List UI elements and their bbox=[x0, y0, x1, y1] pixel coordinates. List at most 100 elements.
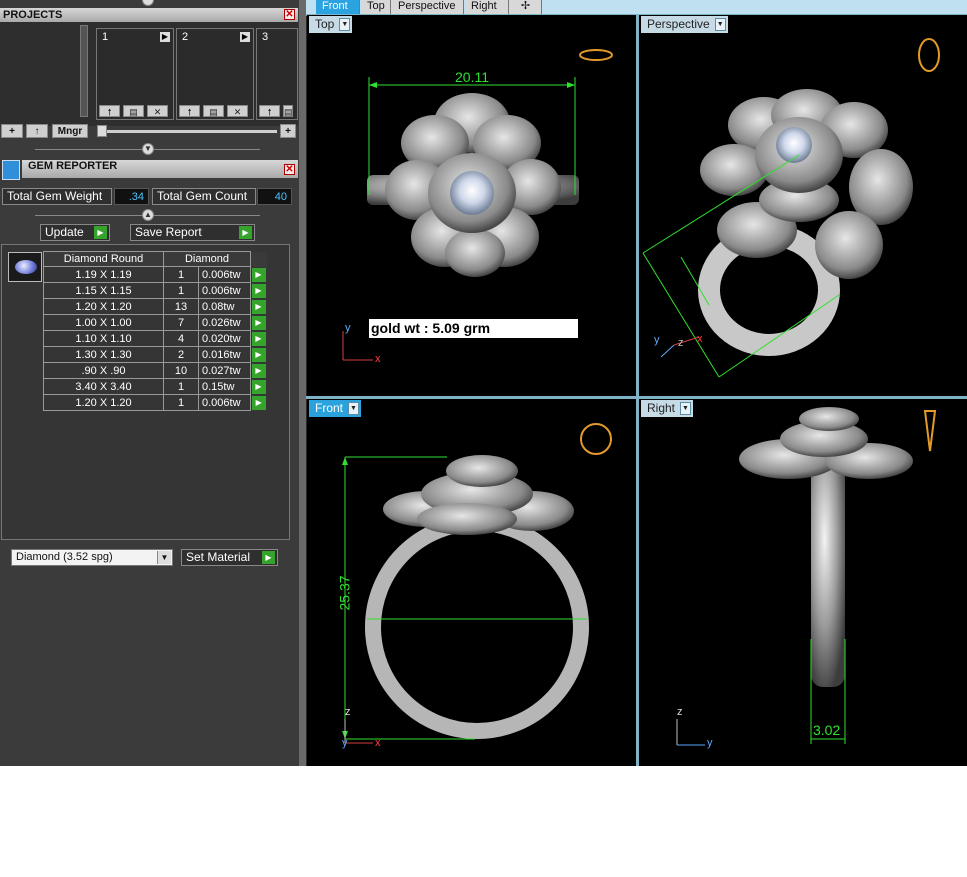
gem-qty-cell: 10 bbox=[163, 362, 199, 379]
play-icon[interactable]: ▶ bbox=[251, 347, 266, 362]
gem-qty-cell: 2 bbox=[163, 346, 199, 363]
material-select-value: Diamond (3.52 spg) bbox=[16, 551, 113, 563]
table-row[interactable]: 3.40 X 3.40 1 0.15tw ▶ bbox=[43, 378, 267, 395]
save-icon[interactable]: ▤ bbox=[123, 105, 144, 117]
project-slot-number: 3 bbox=[262, 31, 269, 43]
delete-icon[interactable]: ✕ bbox=[147, 105, 168, 117]
move-up-button[interactable]: ↑ bbox=[26, 124, 48, 138]
play-icon[interactable]: ▶ bbox=[251, 379, 266, 394]
total-gem-weight-label: Total Gem Weight bbox=[2, 188, 112, 205]
zoom-in-button[interactable]: + bbox=[280, 124, 296, 138]
panel-splitter[interactable] bbox=[299, 0, 306, 766]
gem-reporter-close-button[interactable]: ✕ bbox=[284, 164, 295, 175]
save-report-button[interactable]: Save Report ▶ bbox=[130, 224, 255, 241]
height-dimension: 25.37 bbox=[336, 575, 353, 611]
gem-table: Diamond Round Diamond 1.19 X 1.19 1 0.006t… bbox=[43, 251, 267, 411]
play-icon[interactable]: ▶ bbox=[160, 32, 170, 42]
manager-button[interactable]: Mngr bbox=[52, 124, 88, 138]
viewport-front[interactable]: Front ▼ 25.37 z x y bbox=[307, 399, 636, 766]
gem-weight-cell: 0.006tw bbox=[198, 266, 251, 283]
gem-weight-cell: 0.016tw bbox=[198, 346, 251, 363]
update-button[interactable]: Update ▶ bbox=[40, 224, 110, 241]
play-icon[interactable]: ▶ bbox=[251, 331, 266, 346]
view-tab-bar: Front Top Perspective Right ✢ bbox=[306, 0, 967, 14]
axis-x-label: x bbox=[697, 333, 703, 345]
project-slot-3[interactable]: 3 🠕 ▤ bbox=[256, 28, 298, 120]
tab-perspective[interactable]: Perspective bbox=[392, 0, 464, 14]
play-icon[interactable]: ▶ bbox=[251, 283, 266, 298]
tab-top[interactable]: Top bbox=[361, 0, 391, 14]
save-icon[interactable]: ▤ bbox=[203, 105, 224, 117]
table-row[interactable]: 1.20 X 1.20 13 0.08tw ▶ bbox=[43, 298, 267, 315]
gem-size-cell: 1.10 X 1.10 bbox=[43, 330, 164, 347]
add-view-icon[interactable]: ✢ bbox=[510, 0, 542, 14]
ring-front-render bbox=[342, 423, 612, 744]
table-row[interactable]: 1.10 X 1.10 4 0.020tw ▶ bbox=[43, 330, 267, 347]
projects-close-button[interactable]: ✕ bbox=[284, 9, 295, 20]
table-row[interactable]: 1.19 X 1.19 1 0.006tw ▶ bbox=[43, 266, 267, 283]
play-icon[interactable]: ▶ bbox=[251, 267, 266, 282]
upload-icon[interactable]: 🠕 bbox=[259, 105, 280, 117]
collapse-toggle-top[interactable] bbox=[142, 0, 154, 6]
ring-orientation-icon bbox=[580, 423, 612, 455]
projects-scrollbar[interactable] bbox=[80, 25, 88, 117]
gem-qty-cell: 4 bbox=[163, 330, 199, 347]
gem-thumbnail[interactable] bbox=[8, 252, 42, 282]
add-project-button[interactable]: + bbox=[1, 124, 23, 138]
play-icon: ▶ bbox=[94, 226, 107, 239]
column-header-shape: Diamond Round bbox=[43, 251, 164, 267]
axis-y-label: y bbox=[707, 737, 713, 749]
table-row[interactable]: 1.20 X 1.20 1 0.006tw ▶ bbox=[43, 394, 267, 411]
ring-orientation-icon bbox=[579, 49, 613, 61]
play-icon[interactable]: ▶ bbox=[240, 32, 250, 42]
play-icon[interactable]: ▶ bbox=[251, 315, 266, 330]
chevron-down-icon[interactable]: ▼ bbox=[157, 551, 171, 564]
viewport-right[interactable]: Right ▼ 3.02 z y bbox=[639, 399, 967, 766]
set-material-button[interactable]: Set Material ▶ bbox=[181, 549, 278, 566]
material-select[interactable]: Diamond (3.52 spg) ▼ bbox=[11, 549, 173, 566]
tab-front[interactable]: Front bbox=[316, 0, 360, 14]
column-header-material: Diamond bbox=[163, 251, 251, 267]
table-row[interactable]: 1.00 X 1.00 7 0.026tw ▶ bbox=[43, 314, 267, 331]
save-icon[interactable]: ▤ bbox=[283, 105, 293, 117]
axis-z-label: z bbox=[678, 337, 684, 349]
play-icon[interactable]: ▶ bbox=[251, 363, 266, 378]
play-icon: ▶ bbox=[239, 226, 252, 239]
project-slot-number: 2 bbox=[182, 31, 189, 43]
viewport-perspective[interactable]: Perspective ▼ y z x bbox=[639, 15, 967, 396]
set-material-label: Set Material bbox=[186, 550, 251, 564]
gem-size-cell: 1.30 X 1.30 bbox=[43, 346, 164, 363]
play-icon[interactable]: ▶ bbox=[251, 395, 266, 410]
gem-weight-cell: 0.15tw bbox=[198, 378, 251, 395]
axis-y-label: y bbox=[345, 322, 351, 334]
gem-reporter-title-bar: GEM REPORTER ✕ bbox=[22, 160, 298, 178]
zoom-slider-handle[interactable] bbox=[97, 125, 107, 137]
viewport-top[interactable]: Top ▼ 20.11 gold wt: 5.09 grm y x bbox=[307, 15, 636, 396]
play-icon[interactable]: ▶ bbox=[251, 299, 266, 314]
table-row[interactable]: .90 X .90 10 0.027tw ▶ bbox=[43, 362, 267, 379]
update-label: Update bbox=[45, 225, 84, 239]
gem-size-cell: 1.20 X 1.20 bbox=[43, 394, 164, 411]
delete-icon[interactable]: ✕ bbox=[227, 105, 248, 117]
zoom-slider-track[interactable] bbox=[97, 130, 277, 133]
axis-z-label: z bbox=[345, 706, 351, 718]
axis-y-label: y bbox=[342, 737, 348, 749]
upload-icon[interactable]: 🠕 bbox=[179, 105, 200, 117]
tab-right[interactable]: Right bbox=[465, 0, 509, 14]
ring-perspective-render bbox=[642, 38, 940, 378]
table-row[interactable]: 1.30 X 1.30 2 0.016tw ▶ bbox=[43, 346, 267, 363]
total-gem-count-label: Total Gem Count bbox=[152, 188, 256, 205]
gem-reporter-icon bbox=[2, 160, 20, 180]
project-slot-2[interactable]: 2 ▶ 🠕 ▤ ✕ bbox=[176, 28, 254, 120]
ring-right-render bbox=[676, 407, 937, 746]
collapse-toggle[interactable]: ▲ bbox=[142, 209, 154, 221]
collapse-toggle[interactable]: ▼ bbox=[142, 143, 154, 155]
gem-weight-cell: 0.026tw bbox=[198, 314, 251, 331]
axis-x-label: x bbox=[375, 353, 381, 365]
projects-title: PROJECTS bbox=[3, 9, 63, 21]
gem-qty-cell: 1 bbox=[163, 394, 199, 411]
gem-weight-cell: 0.08tw bbox=[198, 298, 251, 315]
table-row[interactable]: 1.15 X 1.15 1 0.006tw ▶ bbox=[43, 282, 267, 299]
upload-icon[interactable]: 🠕 bbox=[99, 105, 120, 117]
project-slot-1[interactable]: 1 ▶ 🠕 ▤ ✕ bbox=[96, 28, 174, 120]
